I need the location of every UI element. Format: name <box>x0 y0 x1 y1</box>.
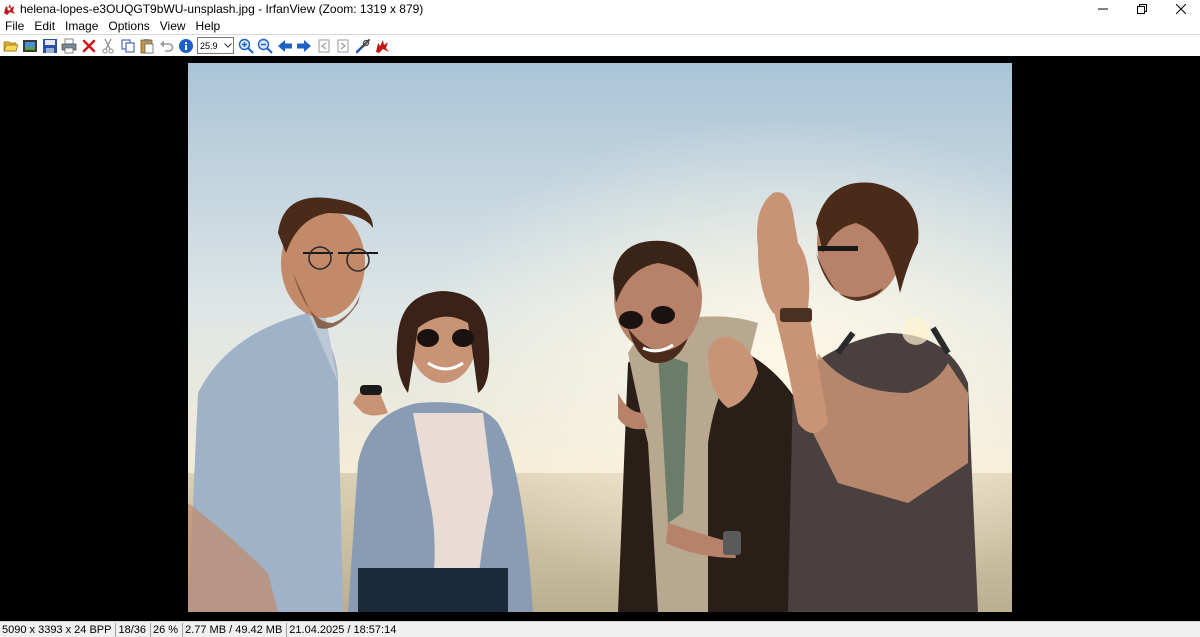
next-button[interactable] <box>295 36 315 55</box>
info-icon <box>179 38 194 53</box>
cut-button[interactable] <box>99 36 119 55</box>
properties-icon <box>355 38 370 53</box>
cut-icon <box>102 38 114 53</box>
menu-file[interactable]: File <box>0 18 29 34</box>
chevron-down-icon[interactable] <box>223 38 233 53</box>
status-zoom: 26 % <box>151 622 184 637</box>
zoom-out-icon <box>258 38 273 54</box>
last-page-button[interactable] <box>334 36 354 55</box>
properties-button[interactable] <box>353 36 373 55</box>
about-button[interactable] <box>373 36 393 55</box>
minimize-icon <box>1097 8 1108 10</box>
slideshow-icon <box>23 39 38 52</box>
irfanview-cat-icon <box>2 2 16 16</box>
menu-edit[interactable]: Edit <box>29 18 60 34</box>
menu-help[interactable]: Help <box>191 18 226 34</box>
info-button[interactable] <box>177 36 197 55</box>
close-icon <box>1175 4 1186 14</box>
menu-image[interactable]: Image <box>60 18 103 34</box>
undo-icon <box>159 40 174 52</box>
zoom-out-button[interactable] <box>256 36 276 55</box>
open-folder-icon <box>3 41 19 51</box>
status-datetime: 21.04.2025 / 18:57:14 <box>289 623 397 636</box>
title-bar: helena-lopes-e3OUQGT9bWU-unsplash.jpg - … <box>0 0 1200 18</box>
copy-button[interactable] <box>118 36 138 55</box>
restore-button[interactable] <box>1122 0 1161 18</box>
next-icon <box>297 39 312 52</box>
zoom-combobox[interactable]: 25.9 <box>197 37 234 54</box>
menu-bar: File Edit Image Options View Help <box>0 18 1200 34</box>
menu-options[interactable]: Options <box>103 18 154 34</box>
previous-button[interactable] <box>275 36 295 55</box>
open-button[interactable] <box>1 36 21 55</box>
menu-view[interactable]: View <box>155 18 191 34</box>
close-button[interactable] <box>1161 0 1200 18</box>
print-icon <box>61 38 77 53</box>
first-page-icon <box>318 39 330 52</box>
undo-button[interactable] <box>157 36 177 55</box>
slideshow-button[interactable] <box>21 36 41 55</box>
delete-icon <box>82 39 96 52</box>
image-viewer[interactable] <box>0 56 1200 621</box>
window-title: helena-lopes-e3OUQGT9bWU-unsplash.jpg - … <box>20 2 424 16</box>
save-button[interactable] <box>40 36 60 55</box>
status-bar: 5090 x 3393 x 24 BPP 18/36 26 % 2.77 MB … <box>0 621 1200 637</box>
save-icon <box>42 38 57 53</box>
status-size: 2.77 MB / 49.42 MB <box>183 622 288 637</box>
zoom-value: 25.9 <box>200 40 218 51</box>
first-page-button[interactable] <box>314 36 334 55</box>
status-index: 18/36 <box>116 622 151 637</box>
about-icon <box>376 39 390 53</box>
previous-icon <box>277 39 292 52</box>
photo <box>188 63 1012 612</box>
copy-icon <box>121 39 135 52</box>
status-dimensions: 5090 x 3393 x 24 BPP <box>0 622 117 637</box>
print-button[interactable] <box>60 36 80 55</box>
zoom-in-icon <box>238 38 254 54</box>
toolbar: 25.9 <box>0 34 1200 56</box>
delete-button[interactable] <box>79 36 99 55</box>
restore-icon <box>1136 4 1147 14</box>
last-page-icon <box>337 39 349 52</box>
window-controls <box>1083 0 1200 18</box>
photo-icon <box>188 63 1012 612</box>
paste-icon <box>140 38 154 53</box>
paste-button[interactable] <box>138 36 158 55</box>
zoom-in-button[interactable] <box>236 36 256 55</box>
minimize-button[interactable] <box>1083 0 1122 18</box>
